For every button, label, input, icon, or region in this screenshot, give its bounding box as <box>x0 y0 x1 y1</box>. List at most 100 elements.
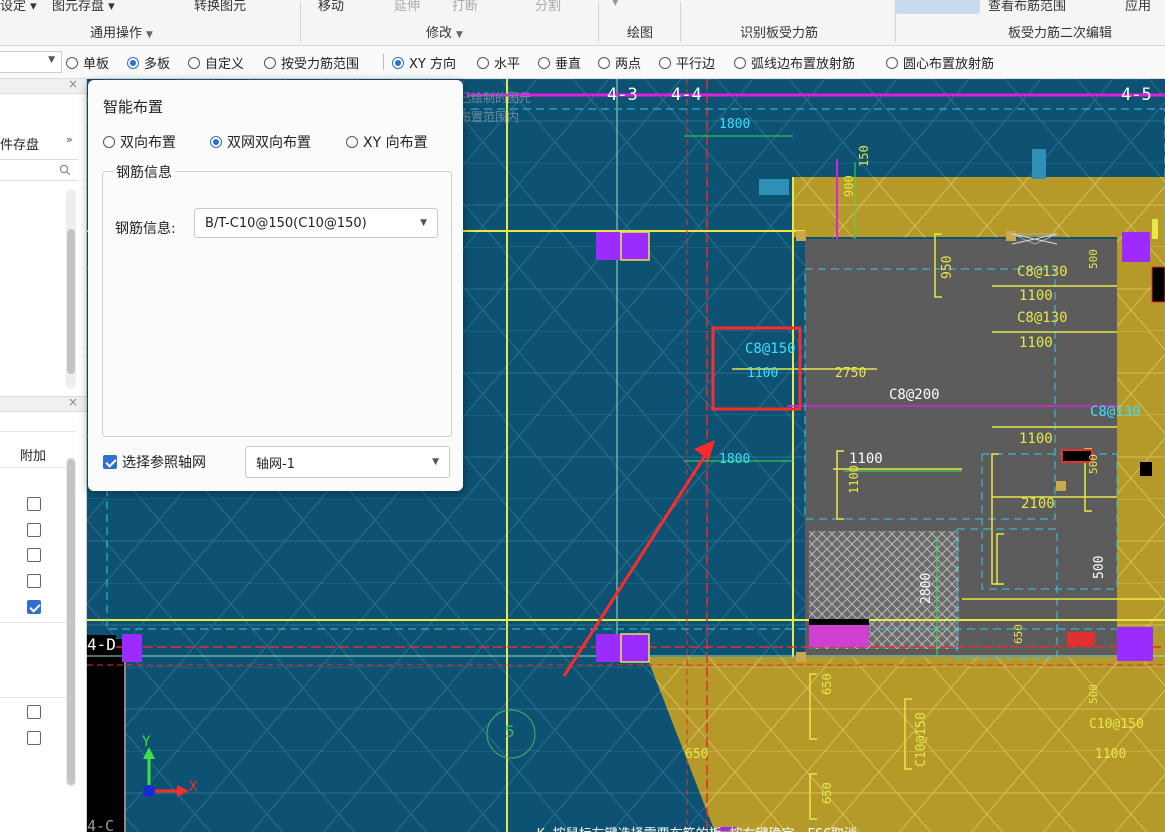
rebar-label-highlighted: C8@150 <box>745 341 796 357</box>
rebar-info-select[interactable]: B/T-C10@150(C10@150) ▼ <box>194 208 438 238</box>
dimension-label: 1100 <box>1019 335 1053 351</box>
attach-checkbox-checked[interactable] <box>27 600 41 614</box>
radio-icon <box>538 56 550 69</box>
close-icon[interactable]: × <box>68 395 78 409</box>
ref-axis-checkbox-row[interactable]: 选择参照轴网 <box>103 452 206 472</box>
ribbon-more-button[interactable]: ▾ <box>612 0 619 10</box>
scrollbar-thumb[interactable] <box>67 229 75 374</box>
rebar-label: C10@150 <box>914 712 929 767</box>
group-draw: 绘图 <box>627 26 654 41</box>
attach-checkbox[interactable] <box>27 574 41 588</box>
dimension-label: 1100 <box>847 465 861 494</box>
options-bar: ▼ 单板 多板 自定义 按受力筋范围 XY 方向 水平 垂直 两点 平行边 弧线… <box>0 46 1165 79</box>
group-title: 钢筋信息 <box>113 162 175 182</box>
axis-y-label: Y <box>142 734 151 750</box>
divider <box>383 54 384 70</box>
dimension-label: 650 <box>820 782 834 804</box>
radio-single-slab[interactable]: 单板 <box>66 53 109 72</box>
ribbon-extend-button[interactable]: 延伸 <box>394 0 420 14</box>
mode-select[interactable]: ▼ <box>0 51 62 73</box>
radio-double-mesh-layout[interactable]: 双网双向布置 <box>210 132 311 152</box>
panel-tab-label[interactable]: 件存盘 <box>0 134 39 153</box>
dimension-label: 950 <box>940 255 955 279</box>
expand-icon[interactable]: » <box>66 133 73 146</box>
axis-label: 4-5 <box>1121 85 1152 105</box>
radio-custom[interactable]: 自定义 <box>188 53 244 72</box>
ribbon-view-range-button[interactable]: 查看布筋范围 <box>988 0 1066 14</box>
dimension-label: 500 <box>1087 684 1100 704</box>
chevron-down-icon: ▼ <box>146 30 153 40</box>
attach-checkbox[interactable] <box>27 705 41 719</box>
radio-icon <box>188 56 200 69</box>
chevron-down-icon: ▼ <box>456 30 463 40</box>
radio-two-points[interactable]: 两点 <box>598 53 641 72</box>
radio-vertical[interactable]: 垂直 <box>538 53 581 72</box>
dimension-label: 900 <box>842 175 856 197</box>
dimension-label: 500 <box>1092 555 1107 579</box>
panel-header: × <box>0 77 86 94</box>
radio-icon <box>477 56 489 69</box>
radio-icon <box>346 136 358 148</box>
left-panel: × 件存盘 » × 附加 <box>0 77 87 832</box>
grid-circle-label: 5 <box>505 722 515 741</box>
dimension-label: 1800 <box>719 117 751 132</box>
ribbon-move-button[interactable]: 移动 <box>318 0 344 14</box>
rebar-info-label: 钢筋信息: <box>115 221 176 237</box>
attach-checkbox[interactable] <box>27 497 41 511</box>
radio-icon <box>659 56 671 69</box>
radio-by-rebar-range[interactable]: 按受力筋范围 <box>264 53 359 72</box>
dimension-label: 1100 <box>1019 288 1053 304</box>
attach-checkbox[interactable] <box>27 731 41 745</box>
scrollbar[interactable] <box>66 189 76 389</box>
dimension-label: 2800 <box>919 572 934 604</box>
dimension-label: 500 <box>1087 249 1100 269</box>
dimension-label: 2750 <box>835 366 867 381</box>
rebar-label: C8@130 <box>1017 310 1068 326</box>
attach-checkbox[interactable] <box>27 523 41 537</box>
ref-axis-checkbox[interactable] <box>103 455 117 469</box>
ribbon-active-button[interactable] <box>895 0 980 14</box>
axis-label: 4-4 <box>671 85 702 105</box>
divider <box>0 467 76 468</box>
axis-label: 4-D <box>87 635 116 654</box>
scrollbar[interactable] <box>66 457 76 787</box>
radio-horizontal[interactable]: 水平 <box>477 53 520 72</box>
search-icon <box>59 164 71 176</box>
ribbon-save-element-button[interactable]: 图元存盘 ▾ <box>52 0 115 14</box>
axis-label: 4-C <box>87 817 115 832</box>
group-general-ops[interactable]: 通用操作 ▼ <box>90 22 153 41</box>
ribbon-split-button[interactable]: 分割 <box>535 0 561 14</box>
radio-xy-direction[interactable]: XY 方向 <box>392 53 456 72</box>
dimension-label: 650 <box>685 747 709 762</box>
divider <box>0 622 76 623</box>
ribbon-convert-element-button[interactable]: 转换图元 <box>194 0 246 14</box>
axis-x-label: X <box>189 779 198 795</box>
rebar-label: C8@200 <box>889 387 940 403</box>
divider <box>598 2 599 42</box>
rebar-label: C10@150 <box>1089 717 1144 732</box>
radio-icon <box>103 136 115 148</box>
dimension-label: 650 <box>1012 624 1025 644</box>
radio-parallel-edge[interactable]: 平行边 <box>659 53 715 72</box>
close-icon[interactable]: × <box>68 77 78 91</box>
ribbon-set-button[interactable]: 设定 ▾ <box>0 0 37 14</box>
radio-arc-radial[interactable]: 弧线边布置放射筋 <box>734 53 855 72</box>
divider <box>895 2 896 42</box>
ribbon-apply-button[interactable]: 应用 <box>1125 0 1151 14</box>
dimension-label: 1100 <box>1095 747 1127 762</box>
group-modify[interactable]: 修改 ▼ <box>426 22 463 41</box>
smart-layout-dialog: 智能布置 双向布置 双网双向布置 XY 向布置 钢筋信息 钢筋信息: B/T-C… <box>88 80 463 491</box>
dimension-label: 150 <box>857 145 871 167</box>
panel-search-input[interactable] <box>0 159 78 181</box>
radio-xy-layout[interactable]: XY 向布置 <box>346 132 428 152</box>
radio-center-radial[interactable]: 圆心布置放射筋 <box>886 53 994 72</box>
scrollbar-thumb[interactable] <box>67 459 75 785</box>
radio-icon <box>734 56 746 69</box>
ref-axis-select[interactable]: 轴网-1 ▼ <box>245 446 450 478</box>
ribbon-break-button[interactable]: 打断 <box>452 0 478 14</box>
radio-two-way-layout[interactable]: 双向布置 <box>103 132 176 152</box>
radio-multi-slab[interactable]: 多板 <box>127 53 170 72</box>
divider <box>300 2 301 42</box>
attach-checkbox[interactable] <box>27 548 41 562</box>
dimension-label: 500 <box>1087 454 1100 474</box>
